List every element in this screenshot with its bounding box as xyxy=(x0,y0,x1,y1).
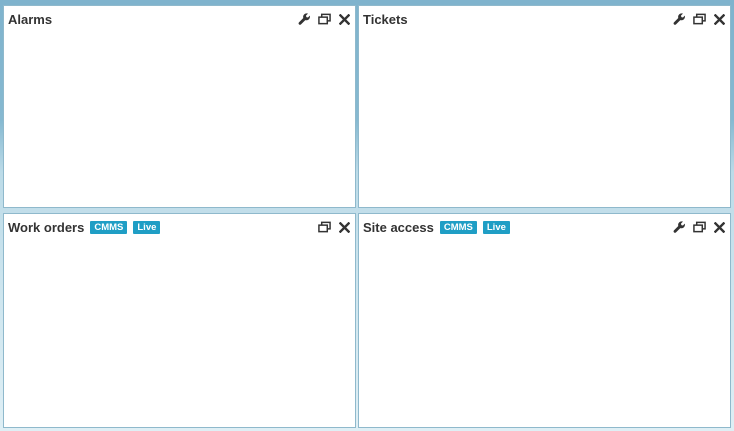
wrench-icon[interactable] xyxy=(297,12,311,26)
widget-toolbar xyxy=(317,220,351,234)
cmms-badge: CMMS xyxy=(439,220,477,234)
close-icon[interactable] xyxy=(337,220,351,234)
popout-icon[interactable] xyxy=(317,12,331,26)
wrench-icon[interactable] xyxy=(672,12,686,26)
widget-toolbar xyxy=(672,12,726,26)
close-icon[interactable] xyxy=(712,220,726,234)
close-icon[interactable] xyxy=(712,12,726,26)
widget-work-orders: Work orders CMMS Live xyxy=(3,213,356,428)
popout-icon[interactable] xyxy=(692,12,706,26)
popout-icon[interactable] xyxy=(692,220,706,234)
live-badge: Live xyxy=(133,220,161,234)
widget-toolbar xyxy=(672,220,726,234)
widget-title: Tickets xyxy=(363,11,408,27)
widget-header: Alarms xyxy=(8,10,351,28)
popout-icon[interactable] xyxy=(317,220,331,234)
close-icon[interactable] xyxy=(337,12,351,26)
widget-title: Work orders xyxy=(8,219,85,235)
live-badge: Live xyxy=(482,220,510,234)
widget-tickets: Tickets xyxy=(358,5,731,208)
widget-title: Site access xyxy=(363,219,434,235)
wrench-icon[interactable] xyxy=(672,220,686,234)
widget-title: Alarms xyxy=(8,11,53,27)
widget-header: Work orders CMMS Live xyxy=(8,218,351,236)
widget-toolbar xyxy=(297,12,351,26)
widget-site-access: Site access CMMS Live xyxy=(358,213,731,428)
cmms-badge: CMMS xyxy=(90,220,128,234)
widget-header: Tickets xyxy=(363,10,726,28)
widget-header: Site access CMMS Live xyxy=(363,218,726,236)
widget-alarms: Alarms xyxy=(3,5,356,208)
